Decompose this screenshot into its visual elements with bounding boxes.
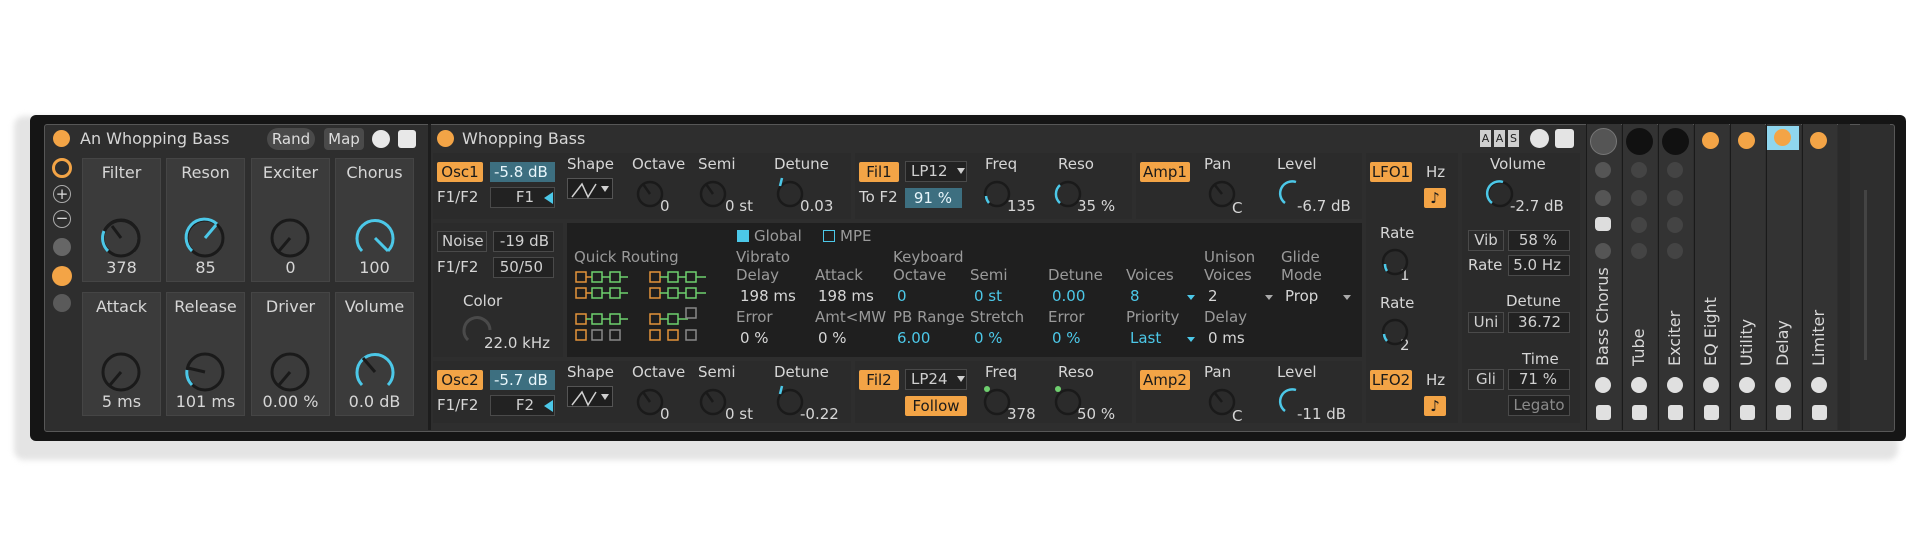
bass-chorus-chain-icon[interactable] (1595, 217, 1611, 231)
delay-activator[interactable] (1774, 129, 1791, 146)
noise-color-knob[interactable] (462, 316, 492, 342)
bass-chorus-macro-icon[interactable] (1595, 162, 1611, 178)
osc2-octave-knob[interactable] (636, 388, 664, 416)
tube-label: Tube (1629, 328, 1648, 366)
fil1-reso-knob[interactable] (1054, 180, 1082, 208)
amp2-level-knob[interactable] (1278, 388, 1297, 413)
bass-chorus-power-icon[interactable] (1590, 128, 1617, 155)
osc1-octave-knob[interactable] (636, 180, 664, 208)
osc1-shape-chevron-icon (601, 186, 609, 192)
lfo2-rate-knob[interactable] (1381, 318, 1409, 346)
eq-eight-activator[interactable] (1702, 132, 1719, 149)
exciter-power-icon[interactable] (1662, 128, 1689, 155)
limiter-hot-swap-icon[interactable] (1811, 377, 1827, 393)
delay-label: Delay (1773, 320, 1792, 366)
osc2-saw-icon (571, 390, 597, 407)
chain-end (1838, 124, 1850, 430)
fil2-type-chevron-icon (957, 376, 965, 382)
lfo1-rate-knob[interactable] (1381, 248, 1409, 276)
exciter-snapshot-icon[interactable] (1667, 190, 1683, 206)
fil1-freq-knob[interactable] (983, 180, 1011, 208)
limiter-label: Limiter (1809, 309, 1828, 366)
bass-chorus-snapshot-icon[interactable] (1595, 190, 1611, 206)
amp2-pan-knob[interactable] (1208, 388, 1236, 416)
fil2-freq-knob[interactable] (983, 386, 1011, 416)
osc2-detune-knob[interactable] (776, 385, 804, 416)
osc1-detune-knob[interactable] (776, 177, 804, 208)
tube-save-icon[interactable] (1632, 405, 1647, 420)
amp1-level-knob[interactable] (1278, 180, 1297, 205)
tube-chain-icon[interactable] (1631, 217, 1647, 233)
amp1-pan-knob[interactable] (1208, 180, 1236, 208)
bass-chorus-hot-swap-icon[interactable] (1595, 377, 1611, 393)
osc2-shape-chevron-icon (601, 394, 609, 400)
exciter-macro-icon[interactable] (1667, 162, 1683, 178)
tube-hot-swap-icon[interactable] (1631, 377, 1647, 393)
osc2-semi-knob[interactable] (699, 388, 727, 416)
exciter-label: Exciter (1665, 310, 1684, 366)
utility-label: Utility (1737, 318, 1756, 366)
utility-hot-swap-icon[interactable] (1739, 377, 1755, 393)
exciter-list-icon[interactable] (1667, 243, 1683, 259)
exciter-save-icon[interactable] (1668, 405, 1683, 420)
bass-chorus-label: Bass Chorus (1593, 267, 1612, 366)
eq-eight-save-icon[interactable] (1704, 405, 1719, 420)
delay-save-icon[interactable] (1776, 405, 1791, 420)
delay-hot-swap-icon[interactable] (1775, 377, 1791, 393)
fil1-type-chevron-icon (957, 168, 965, 174)
tube-macro-icon[interactable] (1631, 162, 1647, 178)
eq-eight-label: EQ Eight (1701, 297, 1720, 366)
volume-knob[interactable] (1485, 180, 1514, 208)
tube-list-icon[interactable] (1631, 243, 1647, 259)
tube-power-icon[interactable] (1626, 128, 1653, 155)
limiter-activator[interactable] (1810, 132, 1827, 149)
osc1-saw-icon (571, 182, 597, 199)
exciter-hot-swap-icon[interactable] (1667, 377, 1683, 393)
utility-save-icon[interactable] (1740, 405, 1755, 420)
chain-scrollbar[interactable] (1864, 190, 1867, 360)
tube-snapshot-icon[interactable] (1631, 190, 1647, 206)
bass-chorus-save-icon[interactable] (1596, 405, 1611, 420)
fil2-reso-knob[interactable] (1054, 386, 1082, 416)
bass-chorus-list-icon[interactable] (1595, 243, 1611, 259)
eq-eight-hot-swap-icon[interactable] (1703, 377, 1719, 393)
exciter-chain-icon[interactable] (1667, 217, 1683, 233)
osc1-semi-knob[interactable] (699, 180, 727, 208)
utility-activator[interactable] (1738, 132, 1755, 149)
limiter-save-icon[interactable] (1812, 405, 1827, 420)
